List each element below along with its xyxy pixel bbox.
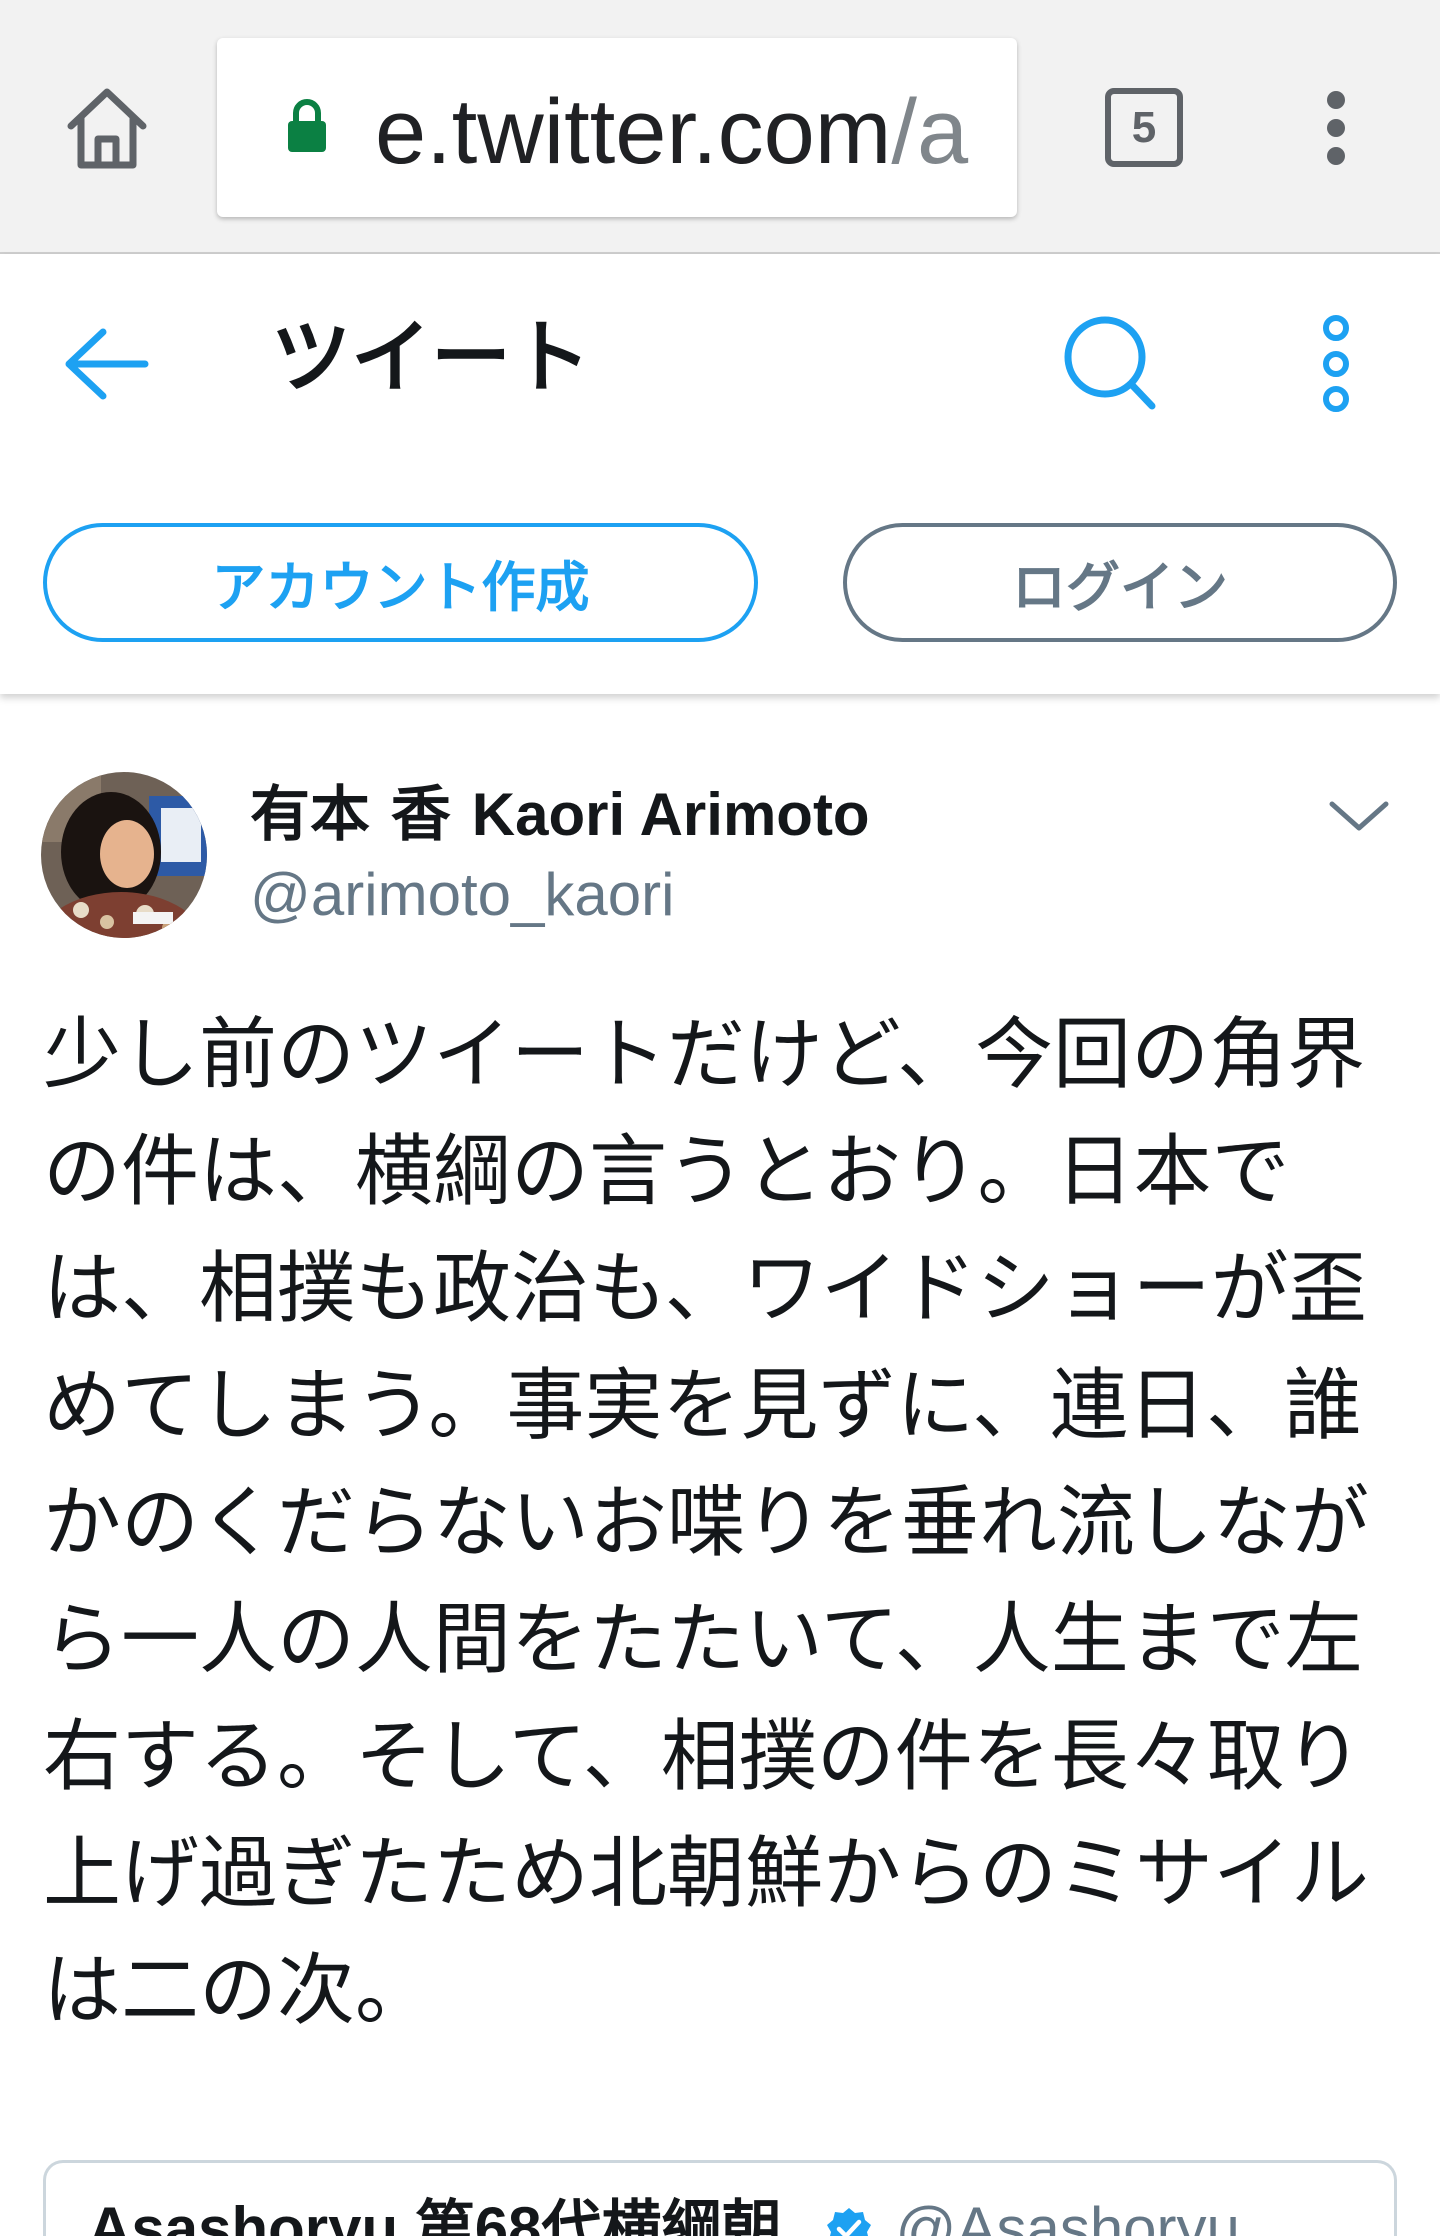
author-handle[interactable]: @arimoto_kaori bbox=[250, 859, 674, 931]
author-name[interactable]: 有本 香 Kaori Arimoto bbox=[250, 779, 870, 851]
menu-dot bbox=[1327, 119, 1345, 137]
tweet-text: 少し前のツイートだけど、今回の角界の件は、横綱の言うとおり。日本では、相撲も政治… bbox=[43, 1010, 1370, 2036]
author-name-jp: 有本 香 bbox=[250, 780, 451, 850]
author-name-latin: Kaori Arimoto bbox=[471, 781, 870, 848]
tab-switcher-icon[interactable]: 5 bbox=[1105, 88, 1183, 167]
login-button-label: ログイン bbox=[1012, 556, 1228, 619]
quoted-tweet-card[interactable]: Asashoryu 第68代横綱朝 @Asashoryu bbox=[43, 2160, 1397, 2236]
verified-badge-icon bbox=[826, 2208, 871, 2236]
url-host: e.twitter.com bbox=[375, 82, 892, 182]
lock-icon[interactable] bbox=[284, 96, 330, 154]
signup-button[interactable]: アカウント作成 bbox=[43, 523, 758, 642]
more-vertical-icon[interactable] bbox=[1322, 86, 1350, 170]
menu-dot bbox=[1327, 147, 1345, 165]
arrow-left-icon[interactable] bbox=[62, 327, 150, 401]
quoted-tweet-header: Asashoryu 第68代横綱朝 @Asashoryu bbox=[88, 2193, 1352, 2236]
home-icon[interactable] bbox=[66, 86, 148, 170]
url-path: /a bbox=[891, 82, 969, 182]
login-button[interactable]: ログイン bbox=[843, 523, 1397, 642]
avatar-photo bbox=[41, 772, 207, 938]
chevron-down-icon[interactable] bbox=[1328, 798, 1390, 834]
more-vertical-icon[interactable] bbox=[1316, 306, 1356, 422]
search-icon[interactable] bbox=[1055, 308, 1165, 418]
tab-count: 5 bbox=[1131, 102, 1157, 152]
menu-dot bbox=[1327, 91, 1345, 109]
quoted-author-name: Asashoryu 第68代横綱朝 bbox=[88, 2195, 782, 2236]
signup-button-label: アカウント作成 bbox=[211, 556, 590, 619]
page-title: ツイート bbox=[271, 311, 591, 404]
quoted-author-handle: @Asashoryu bbox=[895, 2195, 1240, 2236]
avatar[interactable] bbox=[41, 772, 207, 938]
url-text[interactable]: e.twitter.com/a bbox=[375, 82, 987, 182]
